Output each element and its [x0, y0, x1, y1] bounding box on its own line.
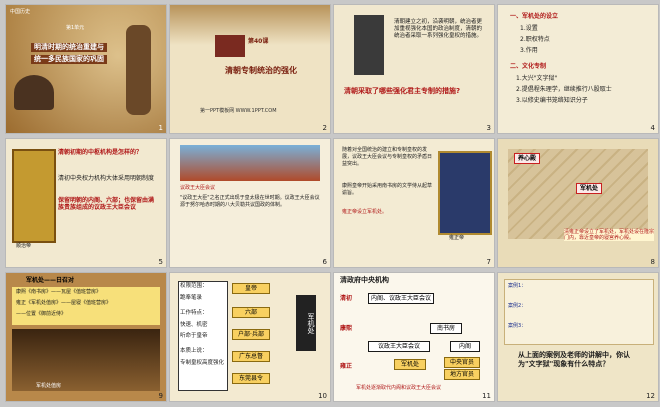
question-text: 从上面的案例及老师的讲解中，你认为"文字狱"现象有什么特点？	[518, 351, 630, 368]
slide-sorter-grid: 中国历史 第1单元 明清时期的统治重建与 统一多民族国家的巩固 1 第40课 清…	[0, 0, 660, 407]
slide-number: 8	[650, 258, 655, 266]
footer-text: 第一PPT模板网 WWW.1PPT.COM	[200, 108, 277, 114]
portrait-caption: 雍正帝	[449, 235, 465, 241]
slide-number: 10	[318, 392, 327, 400]
slide-number: 9	[158, 392, 163, 400]
body-text: 清初中央权力机构大体采用明朝制度	[58, 175, 155, 182]
slide-tag: 中国历史	[10, 9, 31, 15]
slide-thumbnail-5[interactable]: 顺治帝 清朝初期的中枢机构是怎样的？ 清初中央权力机构大体采用明朝制度 保留明朝…	[6, 139, 166, 267]
diagram-footer: 军机处逐渐取代内阁和议政王大臣会议	[356, 385, 442, 391]
caption-text: 清雍正帝设立了军机处，军机处设在隆宗门内，靠近皇帝的寝宫养心殿。	[564, 229, 655, 241]
portrait-image	[438, 151, 492, 235]
lesson-number: 第40课	[248, 38, 269, 45]
section-heading: 二、文化专制	[510, 63, 547, 70]
palace-photo	[180, 145, 320, 181]
summary-line: 专制皇权高度强化	[180, 360, 225, 366]
org-box: 地方官员	[444, 369, 480, 380]
org-box: 内阁	[450, 341, 480, 352]
statue-image	[354, 15, 384, 75]
highlight-text: 保留明朝的内阁、六部；也保留由满族贵族组成的议政王大臣会议	[58, 197, 155, 211]
map-label: 养心殿	[514, 153, 540, 164]
slide-thumbnail-7[interactable]: 随着对全国统治的建立和专制皇权的发展，议政王大臣会议与专制皇权的矛盾日益突出。 …	[334, 139, 494, 267]
section-heading: 议政王大臣会议	[180, 185, 216, 191]
list-item: 3.以修史编书笼络知识分子	[516, 97, 588, 104]
body-text: 清朝建立之初，沿袭明朝，统治者更加重视强化本国的政治制度，清朝的统治者采取一系列…	[394, 19, 483, 39]
org-box: 议政王大臣会议	[368, 341, 430, 352]
case-panel	[504, 279, 654, 345]
summary-line: 工作特点：	[180, 310, 208, 316]
slide-number: 5	[158, 258, 163, 266]
info-row: 雍正《军机处值房》——屋寝《值班营房》	[16, 300, 112, 306]
summary-line: 权限范围：	[180, 283, 208, 289]
hierarchy-box: 广东总督	[232, 351, 270, 362]
summary-line: 本质上说：	[180, 348, 208, 354]
diagram-title: 清政府中央机构	[340, 276, 389, 284]
org-box: 军机处	[394, 359, 426, 370]
slide-heading-line: 统一多民族国家的巩固	[31, 55, 107, 64]
slide-number: 3	[486, 124, 491, 132]
cannon-image	[14, 75, 54, 110]
list-item: 2.职权特点	[520, 36, 550, 43]
period-label: 康熙	[340, 325, 353, 332]
slide-number: 1	[158, 124, 163, 132]
room-photo	[12, 329, 160, 391]
period-label: 雍正	[340, 363, 353, 370]
lesson-title: 清朝专制统治的强化	[225, 66, 297, 75]
portrait-image	[12, 149, 56, 243]
slide-heading-line: 明清时期的统治重建与	[31, 43, 107, 52]
org-box: 中央官员	[444, 357, 480, 368]
slide-thumbnail-11[interactable]: 清政府中央机构 清初 康熙 雍正 内阁、议政王大臣会议 南书房 议政王大臣会议 …	[334, 273, 494, 401]
slide-thumbnail-8[interactable]: 养心殿 军机处 清雍正帝设立了军机处，军机处设在隆宗门内，靠近皇帝的寝宫养心殿。…	[498, 139, 658, 267]
photo-caption: 军机处值房	[36, 383, 62, 389]
slide-thumbnail-9[interactable]: 军机处——日召对 康熙《南书房》——瓦屋《值班营房》 雍正《军机处值房》——屋寝…	[6, 273, 166, 401]
slide-tag: 第1单元	[66, 25, 85, 31]
body-text: 康熙皇帝开始采用南书房的文学侍从起草谕旨。	[342, 183, 433, 196]
slide-number: 11	[482, 392, 491, 400]
info-row: 康熙《南书房》——瓦屋《值班营房》	[16, 289, 102, 295]
summary-line: 听命于皇帝	[180, 333, 208, 339]
period-label: 清初	[340, 295, 353, 302]
question-text: 清朝初期的中枢机构是怎样的？	[58, 149, 143, 156]
highlight-text: 雍正帝设立军机处。	[342, 209, 388, 215]
list-item: 1.大兴"文字狱"	[516, 75, 558, 82]
hierarchy-box: 六部	[232, 307, 270, 318]
section-heading: 军机处——日召对	[26, 277, 75, 284]
hierarchy-box: 皇帝	[232, 283, 270, 294]
slide-thumbnail-4[interactable]: 一、军机处的设立 1.设置 2.职权特点 3.作用 二、文化专制 1.大兴"文字…	[498, 5, 658, 133]
slide-thumbnail-2[interactable]: 第40课 清朝专制统治的强化 第一PPT模板网 WWW.1PPT.COM 2	[170, 5, 330, 133]
slide-number: 7	[486, 258, 491, 266]
hierarchy-box: 户部·兵部	[232, 329, 270, 340]
info-row: ——位置《御前近侍》	[16, 311, 67, 317]
map-label: 军机处	[576, 183, 602, 194]
summary-line: 快速、机密	[180, 322, 208, 328]
question-banner: 清朝采取了哪些强化君主专制的措施?	[344, 87, 461, 95]
slide-thumbnail-10[interactable]: 权限范围： 跪奉笔录 工作特点： 快速、机密 听命于皇帝 本质上说： 专制皇权高…	[170, 273, 330, 401]
case-label: 案例3：	[508, 323, 527, 329]
slide-thumbnail-12[interactable]: 案例1： 案例2： 案例3： 从上面的案例及老师的讲解中，你认为"文字狱"现象有…	[498, 273, 658, 401]
case-label: 案例1：	[508, 283, 527, 289]
section-heading: 一、军机处的设立	[510, 13, 559, 20]
org-box: 南书房	[430, 323, 462, 334]
summary-line: 跪奉笔录	[180, 295, 203, 301]
slide-thumbnail-6[interactable]: 议政王大臣会议 "议政王大臣"之名正式出现于皇太极在世时期。议政王大臣会议源于努…	[170, 139, 330, 267]
slide-number: 6	[322, 258, 327, 266]
list-item: 2.提倡程朱理学，继续推行八股取士	[516, 86, 612, 93]
statue-image	[126, 25, 151, 115]
palace-image	[215, 35, 245, 57]
slide-number: 12	[646, 392, 655, 400]
org-box: 内阁、议政王大臣会议	[368, 293, 434, 304]
hierarchy-box: 东莞县令	[232, 373, 270, 384]
slide-thumbnail-1[interactable]: 中国历史 第1单元 明清时期的统治重建与 统一多民族国家的巩固 1	[6, 5, 166, 133]
body-text: "议政王大臣"之名正式出现于皇太极在世时期。议政王大臣会议源于努尔哈赤时期的八大…	[180, 195, 320, 208]
list-item: 1.设置	[520, 25, 538, 32]
body-text: 随着对全国统治的建立和专制皇权的发展，议政王大臣会议与专制皇权的矛盾日益突出。	[342, 147, 433, 167]
side-label: 军机处	[296, 295, 316, 351]
slide-number: 2	[322, 124, 327, 132]
case-label: 案例2：	[508, 303, 527, 309]
list-item: 3.作用	[520, 47, 538, 54]
slide-thumbnail-3[interactable]: 清朝建立之初，沿袭明朝，统治者更加重视强化本国的政治制度，清朝的统治者采取一系列…	[334, 5, 494, 133]
slide-number: 4	[650, 124, 655, 132]
portrait-caption: 顺治帝	[16, 243, 32, 249]
